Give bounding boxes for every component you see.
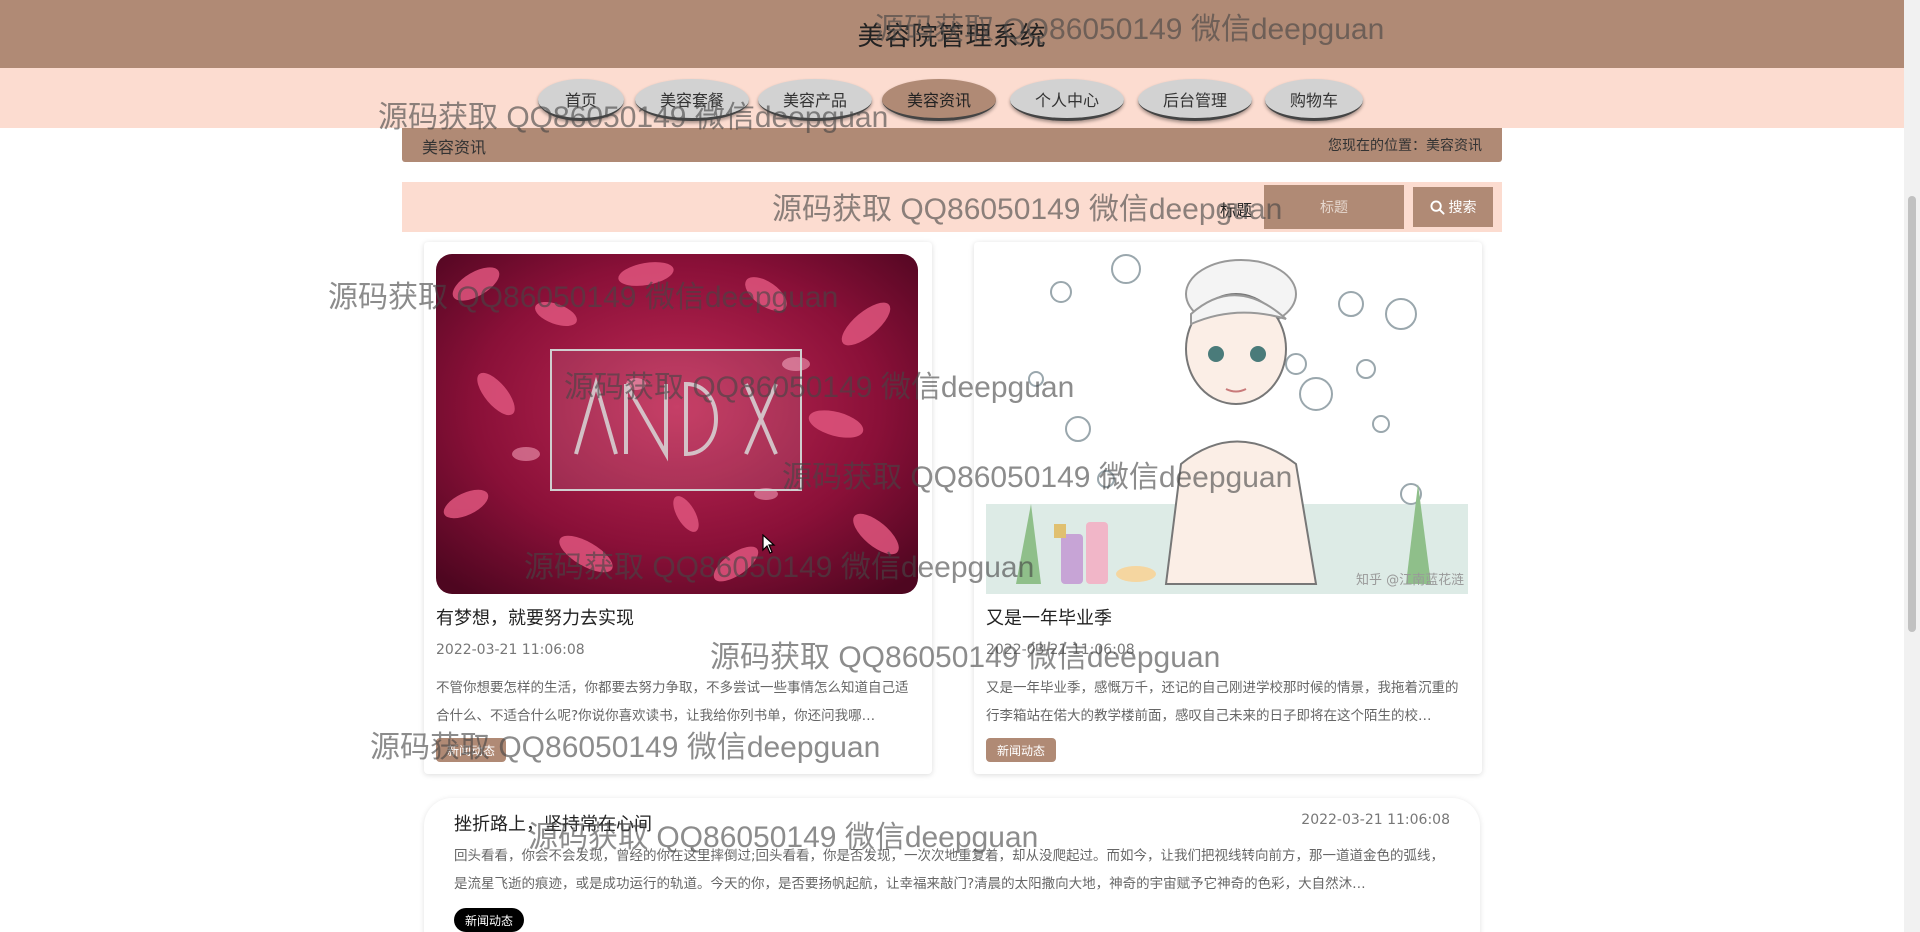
breadcrumb-current[interactable]: 美容资讯: [1426, 138, 1482, 154]
breadcrumb: 您现在的位置：美容资讯: [1328, 135, 1482, 155]
page: 美容院管理系统 首页 美容套餐 美容产品 美容资讯 个人中心 后台管理 购物车 …: [0, 0, 1920, 932]
nav-item-home[interactable]: 首页: [538, 79, 624, 121]
nav-item-packages[interactable]: 美容套餐: [635, 79, 749, 121]
breadcrumb-bar: 美容资讯 您现在的位置：美容资讯: [402, 128, 1502, 162]
header-bar: 美容院管理系统: [0, 0, 1904, 68]
news-card[interactable]: 有梦想，就要努力去实现 2022-03-21 11:06:08 不管你想要怎样的…: [424, 242, 932, 774]
news-time: 2022-03-21 11:06:08: [436, 642, 585, 658]
list-item-summary: 回头看看，你会不会发现，曾经的你在这里摔倒过;回头看看，你是否发现，一次次地重复…: [454, 848, 1445, 892]
nav-bar: 首页 美容套餐 美容产品 美容资讯 个人中心 后台管理 购物车: [0, 68, 1904, 128]
news-card[interactable]: 知乎 @江南蓝花涟 又是一年毕业季 2022-03-21 11:06:08 又是…: [974, 242, 1482, 774]
mouse-cursor-icon: [762, 534, 776, 554]
image-credit: 知乎 @江南蓝花涟: [1356, 572, 1464, 588]
scrollbar-thumb[interactable]: [1908, 196, 1916, 632]
news-image[interactable]: 知乎 @江南蓝花涟: [986, 254, 1468, 594]
site-title: 美容院管理系统: [857, 22, 1047, 52]
news-image[interactable]: [436, 254, 918, 594]
breadcrumb-prefix: 您现在的位置：: [1328, 138, 1426, 154]
news-summary: 不管你想要怎样的生活，你都要去努力争取，不多尝试一些事情怎么知道自己适合什么、不…: [436, 680, 909, 724]
news-title[interactable]: 又是一年毕业季: [986, 604, 1112, 630]
nav-item-products[interactable]: 美容产品: [758, 79, 872, 121]
news-summary: 又是一年毕业季，感慨万千，还记的自己刚进学校那时候的情景，我拖着沉重的行李箱站在…: [986, 680, 1459, 724]
nav-item-cart[interactable]: 购物车: [1265, 79, 1363, 121]
news-category-tag[interactable]: 新闻动态: [986, 738, 1057, 762]
nav-item-profile[interactable]: 个人中心: [1010, 79, 1124, 121]
search-label: 标题: [1220, 201, 1253, 220]
news-title[interactable]: 有梦想，就要努力去实现: [436, 604, 634, 630]
search-button-label: 搜索: [1448, 199, 1477, 215]
nav-item-news[interactable]: 美容资讯: [882, 79, 996, 121]
search-bar: 标题 搜索: [402, 182, 1502, 232]
search-icon: [1429, 199, 1445, 215]
list-item-tag[interactable]: 新闻动态: [454, 908, 525, 932]
news-category-tag[interactable]: 新闻动态: [436, 738, 507, 762]
list-item-time: 2022-03-21 11:06:08: [1301, 812, 1450, 828]
scrollbar[interactable]: [1904, 0, 1920, 932]
nav-item-admin[interactable]: 后台管理: [1138, 79, 1252, 121]
search-input[interactable]: [1264, 185, 1404, 229]
search-button[interactable]: 搜索: [1413, 187, 1493, 227]
list-item[interactable]: 挫折路上，坚持常在心间 2022-03-21 11:06:08 回头看看，你会不…: [424, 798, 1480, 932]
list-item-title[interactable]: 挫折路上，坚持常在心间: [454, 810, 652, 836]
news-time: 2022-03-21 11:06:08: [986, 642, 1135, 658]
breadcrumb-title: 美容资讯: [422, 138, 487, 157]
